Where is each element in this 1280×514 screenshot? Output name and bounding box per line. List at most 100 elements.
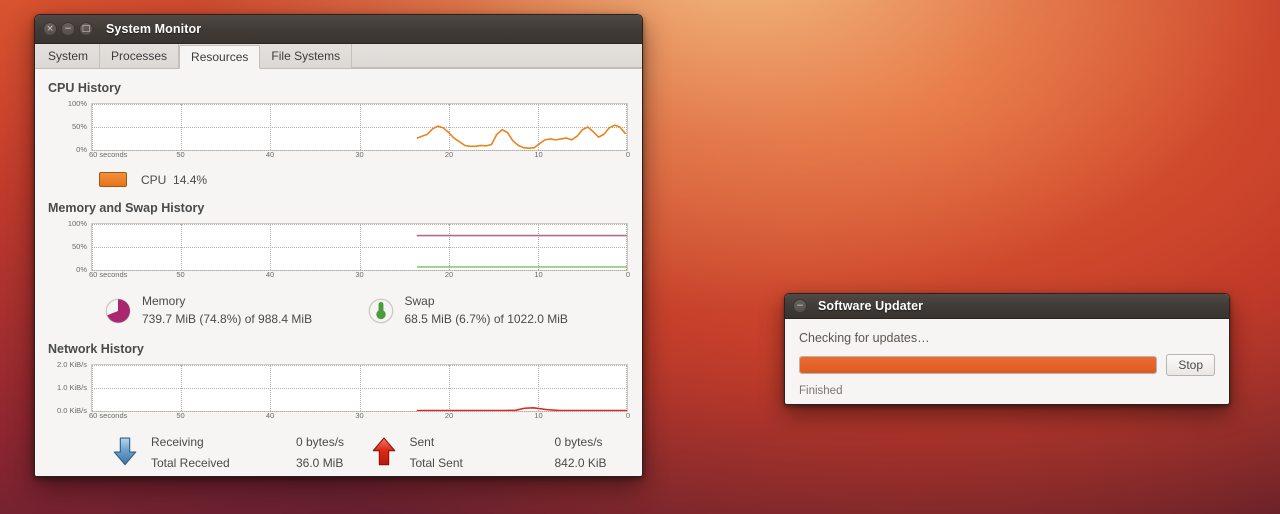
memory-x-tick-40: 40	[265, 270, 275, 279]
swap-gauge-icon	[366, 295, 396, 329]
receiving-stat: Receiving 0 bytes/s Total Received 36.0 …	[111, 434, 370, 473]
minimize-icon[interactable]: −	[793, 299, 807, 313]
download-arrow-icon	[111, 435, 141, 473]
updater-status-text: Checking for updates…	[799, 331, 930, 345]
memory-x-tick-20: 20	[444, 270, 454, 279]
cpu-y-tick-0: 0%	[76, 145, 87, 154]
network-x-tick-10: 10	[534, 411, 543, 420]
updater-progress-row: Stop	[799, 354, 1215, 376]
memory-x-axis: 60 seconds 50 40 30 20 10 0	[89, 270, 631, 283]
tab-processes[interactable]: Processes	[100, 44, 180, 68]
network-x-tick-30: 30	[355, 411, 364, 420]
cpu-x-tick-30: 30	[355, 150, 364, 159]
cpu-x-tick-10: 10	[534, 150, 543, 159]
network-x-tick-20: 20	[444, 411, 454, 420]
swap-stat: Swap 68.5 MiB (6.7%) of 1022.0 MiB	[366, 293, 629, 329]
network-history-chart	[91, 364, 628, 412]
stop-button[interactable]: Stop	[1166, 354, 1215, 376]
cpu-legend: CPU 14.4%	[99, 172, 628, 187]
total-received-label: Total Received	[151, 456, 230, 470]
cpu-x-axis: 60 seconds 50 40 30 20 10 0	[89, 150, 631, 163]
network-x-tick-60: 60 seconds	[89, 411, 128, 420]
swap-label: Swap	[404, 294, 435, 308]
software-updater-body: Checking for updates… Stop Finished	[785, 319, 1229, 397]
network-y-tick-2: 2.0 KiB/s	[56, 360, 87, 369]
network-legend: Receiving 0 bytes/s Total Received 36.0 …	[111, 434, 628, 473]
network-x-tick-40: 40	[265, 411, 275, 420]
memory-swap-history-title: Memory and Swap History	[48, 201, 205, 215]
sent-value: 0 bytes/s	[554, 435, 603, 449]
memory-pie-icon	[103, 295, 133, 329]
cpu-y-tick-100: 100%	[67, 99, 87, 108]
swap-value: 68.5 MiB (6.7%) of 1022.0 MiB	[404, 312, 568, 326]
tab-resources[interactable]: Resources	[179, 45, 261, 69]
memory-x-tick-60: 60 seconds	[89, 270, 128, 279]
tab-file-systems[interactable]: File Systems	[260, 44, 353, 68]
cpu-color-swatch[interactable]	[99, 172, 127, 187]
tab-bar: System Processes Resources File Systems	[35, 44, 642, 69]
total-received-value: 36.0 MiB	[296, 456, 344, 470]
cpu-y-tick-50: 50%	[71, 122, 87, 131]
network-y-tick-1: 1.0 KiB/s	[56, 383, 87, 392]
minimize-icon[interactable]: −	[61, 22, 75, 36]
memory-y-axis: 100% 50% 0%	[47, 219, 91, 274]
memory-swap-legend: Memory 739.7 MiB (74.8%) of 988.4 MiB Sw…	[103, 293, 628, 329]
updater-window-controls: −	[793, 299, 807, 313]
network-x-tick-50: 50	[176, 411, 185, 420]
memory-x-tick-0: 0	[625, 270, 631, 279]
cpu-history-chart	[91, 103, 628, 151]
updater-progress-fill	[800, 357, 1157, 373]
upload-arrow-icon	[370, 435, 400, 473]
memory-stat: Memory 739.7 MiB (74.8%) of 988.4 MiB	[103, 293, 366, 329]
resources-panel: CPU History 100% 50% 0% 60 seconds 50 40…	[35, 69, 642, 476]
memory-swap-history-chart	[91, 223, 628, 271]
system-monitor-window[interactable]: × − □ System Monitor System Processes Re…	[34, 14, 643, 477]
memory-label: Memory	[142, 294, 186, 308]
network-y-tick-0: 0.0 KiB/s	[56, 406, 87, 415]
memory-x-tick-10: 10	[534, 270, 543, 279]
network-history-title: Network History	[48, 342, 144, 356]
total-sent-value: 842.0 KiB	[554, 456, 607, 470]
system-monitor-titlebar[interactable]: × − □ System Monitor	[35, 15, 642, 44]
memory-y-tick-0: 0%	[76, 265, 87, 274]
cpu-x-tick-0: 0	[625, 150, 631, 159]
desktop-background: × − □ System Monitor System Processes Re…	[0, 0, 1280, 514]
cpu-history-title: CPU History	[48, 81, 121, 95]
memory-graph-row: 100% 50% 0%	[47, 219, 628, 274]
receiving-label: Receiving	[151, 435, 204, 449]
memory-y-tick-50: 50%	[71, 242, 87, 251]
total-sent-label: Total Sent	[409, 456, 463, 470]
network-x-axis: 60 seconds 50 40 30 20 10 0	[89, 411, 631, 424]
receiving-value: 0 bytes/s	[296, 435, 345, 449]
software-updater-title: Software Updater	[818, 299, 924, 313]
memory-y-tick-100: 100%	[67, 219, 87, 228]
updater-progress-bar	[799, 356, 1158, 374]
software-updater-titlebar[interactable]: − Software Updater	[785, 294, 1229, 319]
memory-swap-line-series	[92, 224, 627, 270]
network-x-tick-0: 0	[625, 411, 631, 420]
network-y-axis: 2.0 KiB/s 1.0 KiB/s 0.0 KiB/s	[47, 360, 91, 415]
tab-system[interactable]: System	[37, 44, 101, 68]
network-line-series	[92, 365, 627, 411]
cpu-legend-name: CPU	[141, 172, 167, 187]
sent-stat: Sent 0 bytes/s Total Sent 842.0 KiB	[370, 434, 629, 473]
cpu-legend-label: CPU 14.4%	[141, 173, 207, 187]
maximize-icon[interactable]: □	[79, 22, 93, 36]
close-icon[interactable]: ×	[43, 22, 57, 36]
sent-label: Sent	[409, 435, 435, 449]
network-graph-row: 2.0 KiB/s 1.0 KiB/s 0.0 KiB/s	[47, 360, 628, 415]
cpu-legend-value: 14.4%	[173, 172, 208, 187]
tab-bar-filler	[352, 67, 642, 68]
cpu-y-axis: 100% 50% 0%	[47, 99, 91, 154]
memory-value: 739.7 MiB (74.8%) of 988.4 MiB	[142, 312, 313, 326]
cpu-x-tick-40: 40	[265, 150, 275, 159]
memory-x-tick-50: 50	[176, 270, 185, 279]
cpu-x-tick-50: 50	[176, 150, 185, 159]
memory-x-tick-30: 30	[355, 270, 364, 279]
updater-finished-text: Finished	[799, 385, 843, 397]
software-updater-window[interactable]: − Software Updater Checking for updates……	[784, 293, 1230, 405]
cpu-graph-row: 100% 50% 0%	[47, 99, 628, 154]
cpu-line-series	[92, 104, 627, 150]
system-monitor-title: System Monitor	[106, 22, 202, 36]
window-controls: × − □	[43, 22, 93, 36]
